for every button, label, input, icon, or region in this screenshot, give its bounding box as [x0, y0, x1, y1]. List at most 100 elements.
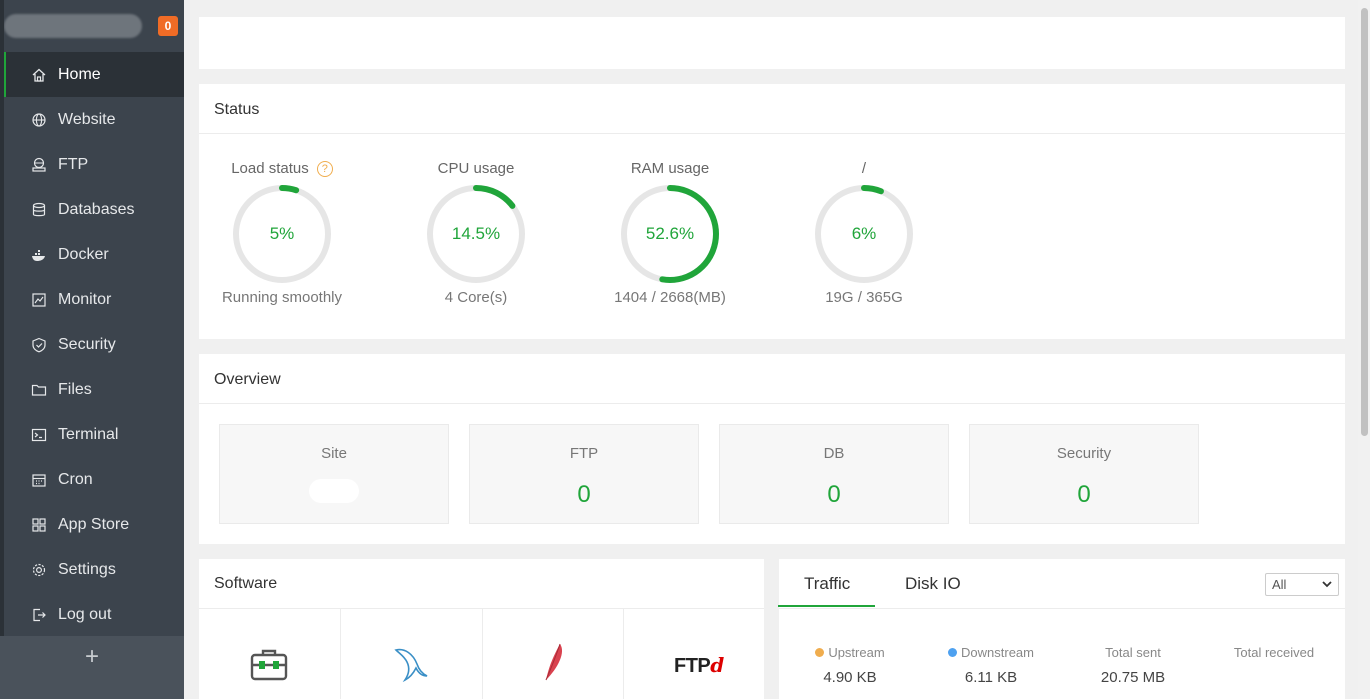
gauge-2[interactable]: RAM usage 52.6% 1404 / 2668(MB) — [570, 159, 770, 306]
sidebar-item-log-out[interactable]: Log out — [0, 592, 184, 637]
gauge-label: RAM usage — [570, 159, 770, 179]
toolbox-icon — [250, 649, 288, 681]
traffic-stat-total-sent: Total sent 20.75 MB — [1063, 645, 1203, 686]
ftpd-suffix: d — [710, 653, 724, 677]
traffic-stat-label: Upstream — [828, 645, 885, 660]
traffic-stat-downstream: Downstream 6.11 KB — [921, 645, 1061, 686]
gauge-label: / — [764, 159, 964, 179]
overview-card-label: FTP — [569, 445, 599, 462]
overview-card-value: 0 — [1077, 481, 1091, 508]
sidebar-item-files[interactable]: Files — [0, 367, 184, 412]
overview-card-label: Security — [1056, 445, 1112, 462]
sidebar-item-settings[interactable]: Settings — [0, 547, 184, 592]
gauge-ring: 5% — [227, 179, 337, 289]
traffic-stat-label: Downstream — [961, 645, 1034, 660]
redacted-value — [309, 479, 359, 503]
gauge-value: 52.6% — [645, 224, 695, 243]
legend-dot — [948, 648, 958, 657]
tab-traffic[interactable]: Traffic — [804, 574, 850, 594]
traffic-stat-upstream: Upstream 4.90 KB — [780, 645, 920, 686]
scrollbar[interactable] — [1358, 0, 1370, 699]
sidebar-item-home[interactable]: Home — [0, 52, 184, 97]
mysql-icon — [394, 648, 428, 683]
sidebar-item-label: Files — [58, 380, 92, 398]
overview-card-label: Site — [321, 445, 347, 462]
gauge-3[interactable]: / 6% 19G / 365G — [764, 159, 964, 306]
gauge-1[interactable]: CPU usage 14.5% 4 Core(s) — [376, 159, 576, 306]
status-title: Status — [214, 101, 260, 118]
server-name-redacted — [4, 14, 142, 38]
overview-card-label: DB — [823, 445, 845, 462]
traffic-stat-label: Total received — [1233, 645, 1315, 660]
sidebar-item-cron[interactable]: Cron — [0, 457, 184, 502]
sidebar-item-docker[interactable]: Docker — [0, 232, 184, 277]
add-button[interactable]: + — [82, 645, 102, 669]
traffic-stat-value: 20.75 MB — [1100, 669, 1166, 686]
traffic-stat-label-wrap: Downstream — [921, 645, 1061, 661]
sidebar-item-monitor[interactable]: Monitor — [0, 277, 184, 322]
active-tab-indicator — [778, 605, 875, 607]
sidebar-item-terminal[interactable]: Terminal — [0, 412, 184, 457]
notification-badge[interactable]: 0 — [158, 16, 178, 36]
sidebar-item-security[interactable]: Security — [0, 322, 184, 367]
database-icon — [31, 202, 47, 218]
scrollbar-thumb[interactable] — [1361, 8, 1368, 436]
legend-dot — [815, 648, 825, 657]
ftpd-label: FTP — [674, 655, 711, 677]
traffic-filter-select[interactable]: All — [1265, 573, 1339, 596]
sidebar-item-label: Log out — [58, 605, 112, 623]
overview-card-value: 0 — [577, 481, 591, 508]
software-item-ftpd[interactable]: FTPd — [624, 609, 764, 699]
sidebar-item-label: Databases — [58, 200, 135, 218]
gauge-label-text: / — [861, 160, 867, 177]
sidebar-item-label: Security — [58, 335, 116, 353]
calendar-icon — [31, 472, 47, 488]
software-item-mysql[interactable] — [341, 609, 483, 699]
sidebar-item-label: Terminal — [58, 425, 119, 443]
sidebar-item-app-store[interactable]: App Store — [0, 502, 184, 547]
folder-icon — [31, 382, 47, 398]
help-icon[interactable]: ? — [316, 161, 333, 177]
gauge-label-text: Load status — [231, 160, 309, 177]
traffic-stat-label-wrap: Upstream — [780, 645, 920, 661]
gauge-ring: 6% — [809, 179, 919, 289]
sidebar-item-label: Settings — [58, 560, 116, 578]
gauge-subtext: Running smoothly — [221, 289, 343, 306]
gauge-label-text: RAM usage — [630, 160, 710, 177]
logout-icon — [31, 607, 47, 623]
software-title: Software — [214, 575, 278, 592]
home-icon — [31, 67, 47, 83]
sidebar-item-label: Cron — [58, 470, 93, 488]
gauge-label: CPU usage — [376, 159, 576, 179]
overview-card-db[interactable]: DB 0 — [719, 424, 949, 524]
gauge-label-text: CPU usage — [437, 160, 515, 177]
sidebar-item-label: FTP — [58, 155, 89, 173]
overview-card-ftp[interactable]: FTP 0 — [469, 424, 699, 524]
gauge-0[interactable]: Load status? 5% Running smoothly — [182, 159, 382, 306]
gauge-subtext: 19G / 365G — [825, 289, 903, 306]
tab-disk-io[interactable]: Disk IO — [905, 574, 961, 594]
sidebar-item-databases[interactable]: Databases — [0, 187, 184, 232]
grid-icon — [31, 517, 47, 533]
software-item-apache[interactable] — [483, 609, 624, 699]
sidebar-item-label: Docker — [58, 245, 109, 263]
docker-icon — [31, 247, 47, 263]
top-banner — [199, 17, 1345, 69]
gauge-subtext: 1404 / 2668(MB) — [614, 289, 726, 306]
traffic-stat-total-received: Total received — [1204, 645, 1344, 669]
sidebar-item-ftp[interactable]: FTP — [0, 142, 184, 187]
gauge-ring: 52.6% — [615, 179, 725, 289]
traffic-stat-label-wrap: Total received — [1204, 645, 1344, 661]
overview-card-site[interactable]: Site — [219, 424, 449, 524]
sidebar-item-website[interactable]: Website — [0, 97, 184, 142]
sidebar-header: 0 — [0, 0, 184, 52]
software-item-toolbox[interactable] — [199, 609, 341, 699]
traffic-stat-label: Total sent — [1105, 645, 1161, 660]
traffic-stat-label-wrap: Total sent — [1063, 645, 1203, 661]
overview-card-value: 0 — [827, 481, 841, 508]
overview-card-security[interactable]: Security 0 — [969, 424, 1199, 524]
chevron-down-icon — [1322, 581, 1332, 588]
gauge-ring: 14.5% — [421, 179, 531, 289]
gear-icon — [31, 562, 47, 578]
gauge-label: Load status? — [182, 159, 382, 179]
